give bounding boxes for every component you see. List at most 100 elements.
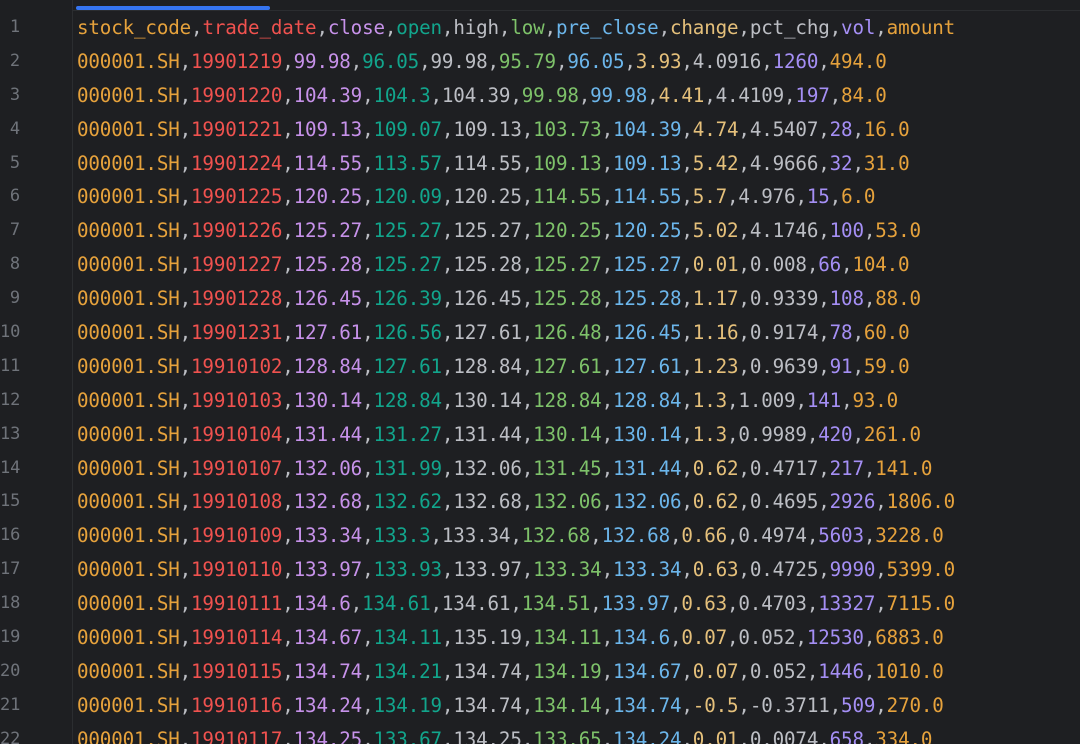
line-text[interactable]: 000001.SH,19901224,114.55,113.57,114.55,… [77,147,910,181]
comma-separator: , [852,354,864,378]
code-line[interactable]: 10 000001.SH,19901231,127.61,126.56,127.6… [0,316,1080,350]
code-line[interactable]: 4 000001.SH,19901221,109.13,109.07,109.13… [0,113,1080,147]
comma-separator: , [179,354,192,378]
editor-content[interactable]: 1 stock_code,trade_date,close,open,high,l… [0,11,1080,744]
comma-separator: , [282,253,294,277]
line-text[interactable]: 000001.SH,19901220,104.39,104.3,104.39,9… [77,79,887,113]
line-text[interactable]: 000001.SH,19910103,130.14,128.84,130.14,… [77,384,898,418]
code-line[interactable]: 17 000001.SH,19910110,133.97,133.93,133.9… [0,553,1080,587]
csv-editor[interactable]: 1 stock_code,trade_date,close,open,high,l… [0,0,1080,744]
csv-field: 133.97 [453,558,522,582]
code-line[interactable]: 12 000001.SH,19910103,130.14,128.84,130.1… [0,384,1080,418]
line-text[interactable]: 000001.SH,19910108,132.68,132.62,132.68,… [77,485,955,519]
comma-separator: , [681,219,693,243]
comma-separator: , [384,16,397,39]
comma-separator: , [852,151,864,175]
code-line[interactable]: 9 000001.SH,19901228,126.45,126.39,126.45… [0,282,1080,316]
line-text[interactable]: 000001.SH,19910116,134.24,134.19,134.74,… [77,689,944,723]
comma-separator: , [818,727,830,744]
csv-field: 134.51 [521,592,591,616]
line-text[interactable]: 000001.SH,19910109,133.34,133.3,133.34,1… [77,519,944,553]
code-line[interactable]: 3 000001.SH,19901220,104.39,104.3,104.39,… [0,79,1080,113]
line-text[interactable]: 000001.SH,19901221,109.13,109.07,109.13,… [77,113,910,147]
comma-separator: , [179,49,192,73]
code-line[interactable]: 15 000001.SH,19910108,132.68,132.62,132.6… [0,485,1080,519]
comma-separator: , [681,422,693,446]
line-text[interactable]: 000001.SH,19901231,127.61,126.56,127.61,… [77,316,910,350]
comma-separator: , [179,693,192,717]
csv-field: 0.01 [692,727,739,744]
comma-separator: , [282,558,294,582]
comma-separator: , [875,592,887,616]
csv-field: 132.68 [293,490,363,514]
line-number: 12 [0,389,21,410]
csv-field: 91 [829,354,853,378]
comma-separator: , [521,185,534,209]
csv-field: 5399.0 [886,558,956,582]
csv-field: stock_code [77,16,192,39]
csv-field: 5.02 [692,219,739,243]
code-line[interactable]: 5 000001.SH,19901224,114.55,113.57,114.55… [0,147,1080,181]
line-text[interactable]: 000001.SH,19910107,132.06,131.99,132.06,… [77,452,932,486]
code-line[interactable]: 13 000001.SH,19910104,131.44,131.27,131.4… [0,418,1080,452]
comma-separator: , [441,354,454,378]
csv-field: 114.55 [533,185,602,209]
csv-field: 4.74 [692,117,739,141]
line-text[interactable]: 000001.SH,19910102,128.84,127.61,128.84,… [77,350,910,384]
code-line[interactable]: 20 000001.SH,19910115,134.74,134.21,134.7… [0,655,1080,689]
comma-separator: , [841,253,853,277]
code-line[interactable]: 2 000001.SH,19901219,99.98,96.05,99.98,95… [0,45,1080,79]
csv-field: 133.34 [293,524,363,548]
csv-field: 134.21 [373,659,442,683]
csv-field: 134.74 [612,693,682,717]
csv-field: vol [841,16,876,39]
line-number: 6 [9,186,20,207]
line-text[interactable]: 000001.SH,19901219,99.98,96.05,99.98,95.… [77,45,887,79]
line-text[interactable]: 000001.SH,19901227,125.28,125.27,125.28,… [77,248,910,282]
comma-separator: , [441,558,454,582]
code-line[interactable]: 21 000001.SH,19910116,134.24,134.19,134.7… [0,689,1080,723]
comma-separator: , [738,456,750,480]
csv-field: 32 [829,151,853,175]
comma-separator: , [282,388,294,412]
csv-field: 0.63 [692,558,739,582]
comma-separator: , [863,456,876,480]
comma-separator: , [681,49,693,73]
code-line[interactable]: 6 000001.SH,19901225,120.25,120.09,120.25… [0,180,1080,214]
line-text[interactable]: 000001.SH,19901228,126.45,126.39,126.45,… [77,282,921,316]
line-text[interactable]: 000001.SH,19910117,134.25,133.67,134.25,… [77,723,932,744]
csv-field: 133.93 [373,558,442,582]
csv-field: 141.0 [875,456,933,480]
line-text[interactable]: 000001.SH,19901226,125.27,125.27,125.27,… [77,214,921,248]
comma-separator: , [350,592,363,616]
comma-separator: , [738,321,750,345]
line-number: 18 [0,593,21,614]
csv-field: pre_close [555,16,659,39]
comma-separator: , [441,16,454,39]
line-text[interactable]: 000001.SH,19910114,134.67,134.11,135.19,… [77,621,944,655]
csv-field: 133.65 [533,727,602,744]
code-line[interactable]: 18 000001.SH,19910111,134.6,134.61,134.61… [0,587,1080,621]
code-line[interactable]: 16 000001.SH,19910109,133.34,133.3,133.34… [0,519,1080,553]
code-line[interactable]: 8 000001.SH,19901227,125.28,125.27,125.28… [0,248,1080,282]
line-text[interactable]: 000001.SH,19901225,120.25,120.09,120.25,… [77,180,875,214]
code-line[interactable]: 7 000001.SH,19901226,125.27,125.27,125.27… [0,214,1080,248]
comma-separator: , [430,592,443,616]
line-text[interactable]: stock_code,trade_date,close,open,high,lo… [77,11,955,45]
code-line[interactable]: 1 stock_code,trade_date,close,open,high,l… [0,11,1080,45]
line-text[interactable]: 000001.SH,19910104,131.44,131.27,131.44,… [77,418,921,452]
comma-separator: , [624,49,636,73]
csv-field: 134.74 [453,659,522,683]
code-line[interactable]: 22 000001.SH,19910117,134.25,133.67,134.2… [0,723,1080,744]
csv-field: 125.27 [373,219,442,243]
code-line[interactable]: 19 000001.SH,19910114,134.67,134.11,135.1… [0,621,1080,655]
comma-separator: , [669,524,682,548]
line-text[interactable]: 000001.SH,19910111,134.6,134.61,134.61,1… [77,587,955,621]
csv-field: 131.45 [533,456,602,480]
code-line[interactable]: 11 000001.SH,19910102,128.84,127.61,128.8… [0,350,1080,384]
code-line[interactable]: 14 000001.SH,19910107,132.06,131.99,132.0… [0,452,1080,486]
comma-separator: , [818,287,830,311]
line-text[interactable]: 000001.SH,19910110,133.97,133.93,133.97,… [77,553,955,587]
line-text[interactable]: 000001.SH,19910115,134.74,134.21,134.74,… [77,655,944,689]
csv-field: 4.41 [658,83,705,107]
